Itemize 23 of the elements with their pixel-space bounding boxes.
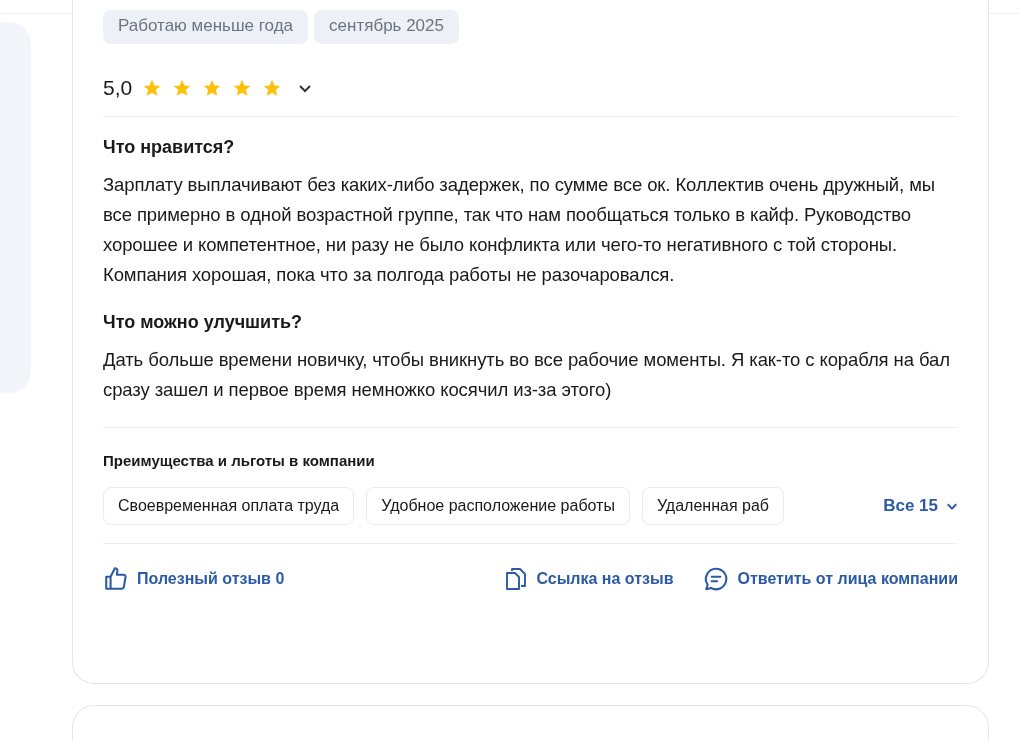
show-all-button[interactable]: Все 15 — [883, 496, 958, 516]
star-icon — [202, 78, 223, 98]
star-icon — [172, 78, 193, 98]
copy-icon — [504, 566, 529, 592]
star-icon — [142, 78, 163, 98]
star-icon — [262, 78, 283, 98]
rating-value: 5,0 — [103, 76, 133, 100]
review-text: Зарплату выплачивают без каких-либо задержек, по сумме все ок. Коллектив очень дружный, мы все примерно в одной возрастной группе, так что нам пообщаться только в кайф. Руководство хорошее и компетентное, ни разу не было конфликта или чего-то негативного с той стороны. Компания хорошая, пока что за полгода работы не разочаровался. — [103, 173, 936, 287]
benefit-chip: Удобное расположение работы — [366, 487, 630, 525]
helpful-button[interactable]: Полезный отзыв 0 — [103, 566, 285, 592]
section-heading: Что можно улучшить? — [103, 312, 304, 333]
tag: Работаю меньше года — [103, 10, 309, 44]
tag: сентябрь 2025 — [314, 10, 459, 44]
benefit-chip: Удаленная раб — [641, 487, 784, 525]
reply-button[interactable]: Ответить от лица компании — [703, 566, 958, 592]
review-text: Дать больше времени новичку, чтобы вникнуть во все рабочие моменты. Я как-то с корабля на бал сразу зашел и первое время немножко косячил из-за этого) — [103, 348, 951, 402]
star-icon — [232, 78, 253, 98]
copy-link-button[interactable]: Ссылка на отзыв — [504, 566, 674, 592]
benefit-chip: Своевременная оплата труда — [103, 487, 355, 525]
chat-bubble-icon — [703, 566, 730, 592]
benefits-heading: Преимущества и льготы в компании — [103, 452, 376, 469]
thumbs-up-icon — [103, 566, 129, 592]
section-heading: Что нравится? — [103, 137, 236, 158]
